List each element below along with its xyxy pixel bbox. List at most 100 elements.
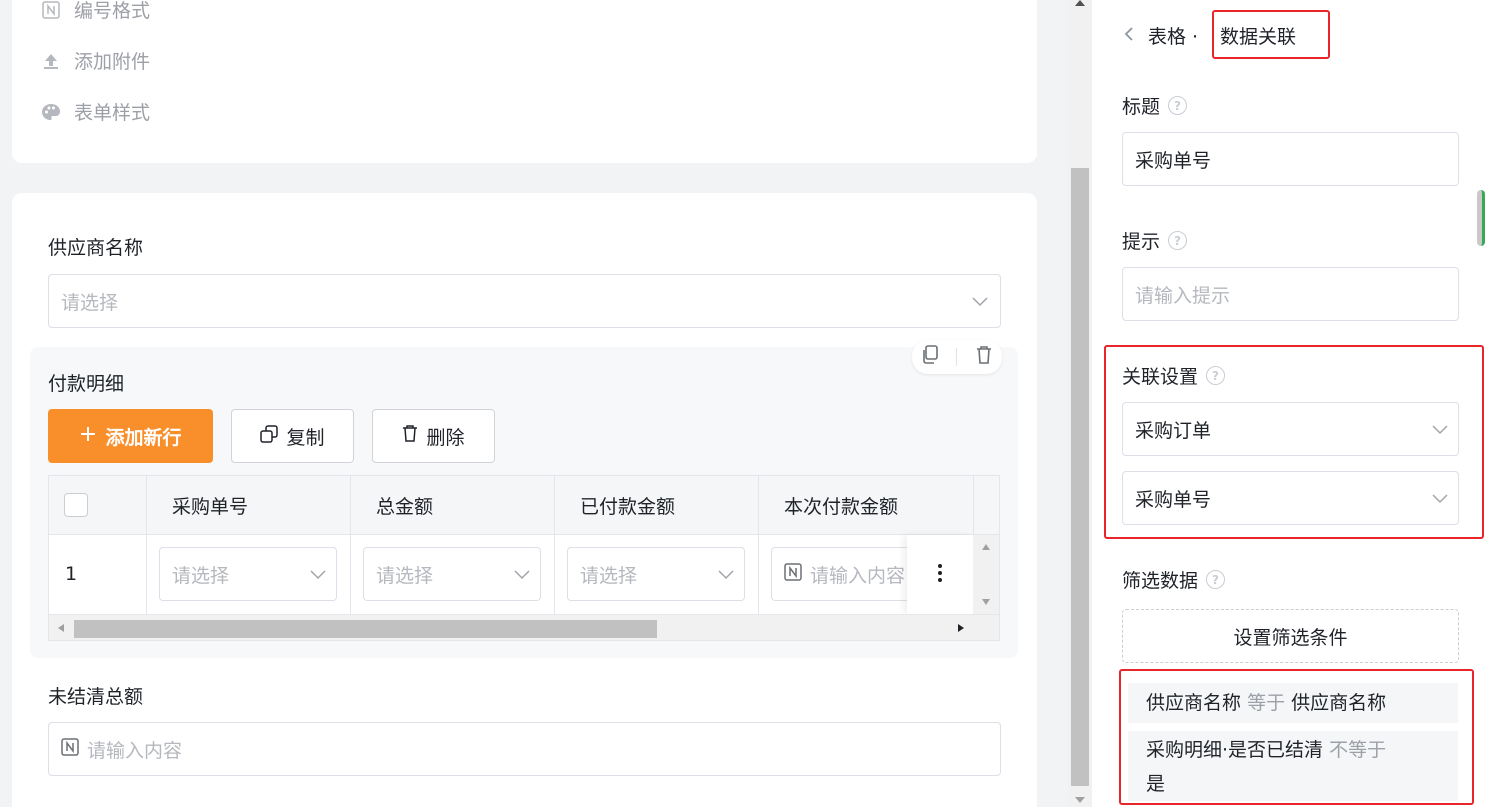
subtable-toolbar [912, 340, 1002, 374]
column-divider [758, 476, 759, 614]
filter-label-text: 筛选数据 [1122, 570, 1199, 592]
panel-scroll-thumb[interactable] [1477, 190, 1485, 246]
hint-input-placeholder: 请输入提示 [1135, 284, 1231, 307]
subtable-grid: 采购单号 总金额 已付款金额 本次付款金额 1 请选择 请选择 请选择 请输入内… [48, 475, 1000, 641]
palette-icon [40, 101, 62, 123]
menu-item-label: 表单样式 [74, 102, 151, 124]
copy-icon [260, 424, 279, 448]
more-vertical-icon[interactable] [937, 563, 943, 587]
menu-item-add-attachment[interactable]: 添加附件 [40, 47, 150, 74]
scroll-right-arrow-icon[interactable] [957, 623, 965, 633]
grid-horizontal-scrollbar[interactable] [49, 614, 999, 640]
breadcrumb-parent[interactable]: 表格 · [1148, 22, 1198, 49]
supplier-select[interactable]: 请选择 [48, 274, 1001, 328]
chevron-down-icon [1432, 487, 1448, 509]
relation-label-text: 关联设置 [1122, 366, 1199, 388]
number-format-icon [61, 737, 79, 761]
highlight-box-breadcrumb [1212, 10, 1330, 59]
delete-label: 删除 [426, 426, 465, 449]
add-row-label: 添加新行 [105, 426, 182, 449]
current-payment-input[interactable]: 请输入内容 [771, 547, 921, 601]
row-index: 1 [65, 563, 78, 585]
column-header: 已付款金额 [580, 496, 676, 518]
cell-placeholder: 请选择 [376, 564, 434, 587]
outstanding-label: 未结清总额 [48, 686, 144, 708]
help-icon[interactable]: ? [1168, 96, 1188, 115]
supplier-label: 供应商名称 [48, 237, 144, 259]
scroll-up-arrow-icon[interactable] [981, 543, 991, 551]
paid-amount-select[interactable]: 请选择 [567, 547, 745, 601]
grid-vertical-scrollbar[interactable] [973, 535, 999, 614]
filter-field-label: 筛选数据 ? [1122, 566, 1226, 593]
column-divider [350, 476, 351, 614]
properties-panel: 表格 · 数据关联 标题 ? 采购单号 提示 ? 请输入提示 关联设置 ? 采购… [1092, 0, 1489, 807]
purchase-no-select[interactable]: 请选择 [159, 547, 337, 601]
cell-placeholder: 请选择 [172, 564, 230, 587]
menu-item-label: 编号格式 [74, 0, 151, 22]
number-format-icon [40, 0, 62, 21]
canvas-scroll-thumb[interactable] [1071, 168, 1089, 786]
row-actions-cell [907, 535, 973, 614]
horizontal-scroll-thumb[interactable] [74, 620, 657, 638]
scroll-left-arrow-icon[interactable] [57, 623, 65, 633]
copy-label: 复制 [286, 426, 325, 449]
relation-form-select[interactable]: 采购订单 [1122, 402, 1459, 456]
relation-field-label: 关联设置 ? [1122, 362, 1226, 389]
scroll-up-arrow-icon[interactable] [1075, 0, 1085, 6]
trash-icon [402, 424, 418, 448]
title-label-text: 标题 [1122, 96, 1161, 118]
set-filter-label: 设置筛选条件 [1233, 626, 1348, 649]
canvas-scrollbar[interactable] [1068, 0, 1092, 807]
form-settings-card: 编号格式 添加附件 表单样式 [12, 0, 1037, 163]
chevron-down-icon [514, 563, 530, 585]
chevron-down-icon [972, 290, 988, 312]
outstanding-placeholder: 请输入内容 [87, 739, 183, 762]
toolbar-divider [956, 348, 958, 366]
chevron-down-icon [310, 563, 326, 585]
help-icon[interactable]: ? [1168, 231, 1188, 250]
subtable-title: 付款明细 [48, 373, 125, 395]
delete-button[interactable]: 删除 [372, 409, 495, 463]
scroll-down-arrow-icon[interactable] [1075, 797, 1085, 803]
hint-field-label: 提示 ? [1122, 227, 1188, 254]
plus-icon [79, 425, 97, 448]
number-format-icon [784, 562, 802, 586]
trash-icon[interactable] [975, 345, 993, 369]
relation-field-value: 采购单号 [1135, 488, 1212, 511]
title-input-value: 采购单号 [1135, 149, 1212, 172]
cell-placeholder: 请输入内容 [810, 564, 906, 587]
chevron-left-icon[interactable] [1124, 25, 1134, 47]
total-amount-select[interactable]: 请选择 [363, 547, 541, 601]
hint-input[interactable]: 请输入提示 [1122, 267, 1459, 321]
menu-item-number-format[interactable]: 编号格式 [40, 0, 150, 23]
outstanding-input[interactable]: 请输入内容 [48, 722, 1001, 776]
help-icon[interactable]: ? [1206, 366, 1226, 385]
duplicate-icon[interactable] [921, 345, 939, 369]
upload-icon [40, 50, 62, 72]
relation-field-select[interactable]: 采购单号 [1122, 471, 1459, 525]
add-row-button[interactable]: 添加新行 [48, 409, 213, 463]
breadcrumb: 表格 · [1124, 22, 1198, 49]
column-header: 总金额 [376, 496, 434, 518]
column-divider [554, 476, 555, 614]
column-divider [146, 476, 147, 614]
form-canvas: 编号格式 添加附件 表单样式 供应商名称 请选择 付款明细 添加新行 复制 删除… [0, 0, 1068, 807]
scroll-down-arrow-icon[interactable] [981, 598, 991, 606]
title-input[interactable]: 采购单号 [1122, 132, 1459, 186]
chevron-down-icon [1432, 418, 1448, 440]
relation-form-value: 采购订单 [1135, 419, 1212, 442]
set-filter-button[interactable]: 设置筛选条件 [1122, 609, 1459, 663]
column-header: 采购单号 [172, 496, 249, 518]
highlight-box-conditions [1119, 669, 1474, 805]
chevron-down-icon [718, 563, 734, 585]
panel-scrollbar[interactable] [1475, 0, 1489, 807]
help-icon[interactable]: ? [1206, 570, 1226, 589]
title-field-label: 标题 ? [1122, 92, 1188, 119]
hint-label-text: 提示 [1122, 231, 1161, 253]
column-header: 本次付款金额 [784, 496, 899, 518]
menu-item-label: 添加附件 [74, 51, 151, 73]
menu-item-form-style[interactable]: 表单样式 [40, 98, 150, 125]
cell-placeholder: 请选择 [580, 564, 638, 587]
select-all-checkbox[interactable] [64, 493, 88, 517]
copy-button[interactable]: 复制 [231, 409, 354, 463]
